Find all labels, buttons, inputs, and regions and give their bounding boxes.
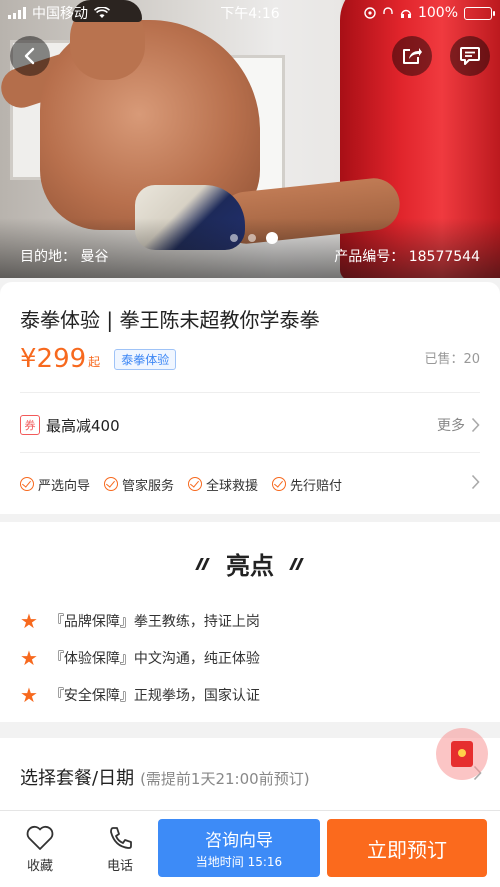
star-icon: ★ bbox=[20, 645, 38, 670]
service-item: 管家服务 bbox=[104, 475, 174, 494]
carousel-dot bbox=[230, 234, 238, 242]
share-icon bbox=[403, 48, 422, 64]
chevron-right-icon bbox=[471, 417, 480, 433]
product-info-card: 泰拳体验 | 拳王陈未超教你学泰拳 ¥299 起 泰拳体验 已售：20 券 最高… bbox=[0, 282, 500, 514]
service-item: 先行赔付 bbox=[272, 475, 342, 494]
consult-title: 咨询向导 bbox=[205, 831, 273, 851]
back-button[interactable] bbox=[10, 36, 50, 76]
product-detail-page: 中国移动 下午4:16 100% 目的地： 曼谷 产品编号： 18577544 … bbox=[0, 0, 500, 887]
carousel-dot-active bbox=[266, 232, 278, 244]
destination: 目的地： 曼谷 bbox=[20, 246, 108, 266]
chevron-right-icon bbox=[471, 474, 480, 490]
call-button[interactable]: 电话 bbox=[90, 825, 150, 874]
coupon-row[interactable]: 券 最高减400 更多 bbox=[20, 410, 480, 440]
price-row: ¥299 起 泰拳体验 已售：20 bbox=[20, 344, 480, 374]
product-code: 产品编号： 18577544 bbox=[334, 246, 480, 266]
book-now-button[interactable]: 立即预订 bbox=[327, 819, 487, 877]
service-label: 先行赔付 bbox=[290, 478, 343, 494]
battery-percent: 100% bbox=[417, 5, 458, 21]
hero-meta: 目的地： 曼谷 产品编号： 18577544 bbox=[0, 246, 500, 270]
highlights-title: 亮点 bbox=[226, 552, 274, 580]
check-circle-icon bbox=[272, 477, 287, 491]
star-icon: ★ bbox=[20, 682, 38, 707]
package-title-line: 选择套餐/日期 (需提前1天21:00前预订) bbox=[20, 764, 310, 790]
message-button[interactable] bbox=[450, 36, 490, 76]
service-item: 全球救援 bbox=[188, 475, 258, 494]
service-label: 严选向导 bbox=[38, 478, 91, 494]
service-label: 全球救援 bbox=[206, 478, 259, 494]
divider bbox=[20, 392, 480, 393]
service-label: 管家服务 bbox=[122, 478, 175, 494]
coupon-more[interactable]: 更多 bbox=[437, 415, 480, 435]
battery-icon bbox=[464, 6, 495, 20]
category-tag: 泰拳体验 bbox=[114, 349, 177, 370]
product-title: 泰拳体验 | 拳王陈未超教你学泰拳 bbox=[20, 308, 320, 332]
wifi-icon bbox=[94, 7, 110, 18]
decoration-slash-icon bbox=[290, 557, 304, 571]
highlights-header: 亮点 bbox=[0, 546, 500, 581]
product-price: ¥299 bbox=[20, 344, 87, 374]
favorite-label: 收藏 bbox=[26, 859, 53, 874]
coupon-more-label: 更多 bbox=[437, 418, 465, 434]
list-item: ★ 『品牌保障』拳王教练，持证上岗 bbox=[20, 602, 480, 639]
carousel-indicator bbox=[230, 232, 278, 244]
package-title: 选择套餐/日期 bbox=[20, 768, 135, 789]
location-icon bbox=[364, 7, 376, 19]
call-label: 电话 bbox=[106, 859, 133, 874]
sold-count: 已售：20 bbox=[424, 352, 480, 367]
chevron-left-icon bbox=[24, 47, 35, 65]
list-item: ★ 『安全保障』正规拳场，国家认证 bbox=[20, 676, 480, 713]
highlight-text: 『安全保障』正规拳场，国家认证 bbox=[49, 687, 260, 704]
highlight-text: 『体验保障』中文沟通，纯正体验 bbox=[49, 650, 260, 667]
phone-icon bbox=[110, 827, 132, 849]
headphones-icon bbox=[400, 9, 412, 18]
signal-icon bbox=[8, 7, 26, 19]
carousel-dot bbox=[248, 234, 256, 242]
price-unit: 起 bbox=[88, 355, 101, 369]
coupon-icon: 券 bbox=[20, 415, 40, 435]
check-circle-icon bbox=[20, 477, 34, 491]
red-packet-button[interactable] bbox=[436, 728, 488, 780]
package-note: (需提前1天21:00前预订) bbox=[140, 770, 310, 788]
share-button[interactable] bbox=[392, 36, 432, 76]
check-circle-icon bbox=[104, 477, 119, 491]
message-icon bbox=[460, 47, 480, 65]
destination-label: 目的地： bbox=[20, 249, 76, 265]
decoration-slash-icon bbox=[196, 557, 210, 571]
coupon-text: 最高减400 bbox=[46, 416, 120, 435]
product-code-label: 产品编号： bbox=[334, 249, 405, 265]
red-envelope-icon bbox=[451, 741, 473, 767]
heart-icon bbox=[26, 825, 54, 850]
package-date-row[interactable]: 选择套餐/日期 (需提前1天21:00前预订) bbox=[0, 738, 500, 810]
service-guarantees[interactable]: 严选向导 管家服务 全球救援 先行赔付 bbox=[20, 472, 480, 496]
highlights-section: 亮点 ★ 『品牌保障』拳王教练，持证上岗 ★ 『体验保障』中文沟通，纯正体验 ★ 『安… bbox=[0, 522, 500, 722]
destination-value: 曼谷 bbox=[80, 249, 109, 265]
consult-guide-button[interactable]: 咨询向导 当地时间 15:16 bbox=[158, 819, 320, 877]
star-icon: ★ bbox=[20, 608, 38, 633]
check-circle-icon bbox=[188, 477, 203, 491]
hero-image-carousel[interactable]: 中国移动 下午4:16 100% 目的地： 曼谷 产品编号： 18577544 bbox=[0, 0, 500, 278]
highlights-list: ★ 『品牌保障』拳王教练，持证上岗 ★ 『体验保障』中文沟通，纯正体验 ★ 『安全保障… bbox=[20, 602, 480, 713]
highlight-text: 『品牌保障』拳王教练，持证上岗 bbox=[49, 613, 260, 630]
list-item: ★ 『体验保障』中文沟通，纯正体验 bbox=[20, 639, 480, 676]
status-bar: 中国移动 下午4:16 100% bbox=[0, 0, 500, 26]
carrier-name: 中国移动 bbox=[32, 6, 88, 22]
service-item: 严选向导 bbox=[20, 475, 90, 494]
divider bbox=[20, 452, 480, 453]
alarm-icon bbox=[383, 7, 393, 14]
favorite-button[interactable]: 收藏 bbox=[10, 825, 70, 874]
bottom-action-bar: 收藏 电话 咨询向导 当地时间 15:16 立即预订 bbox=[0, 810, 500, 887]
product-code-value: 18577544 bbox=[408, 249, 480, 265]
consult-local-time: 当地时间 15:16 bbox=[195, 855, 283, 869]
